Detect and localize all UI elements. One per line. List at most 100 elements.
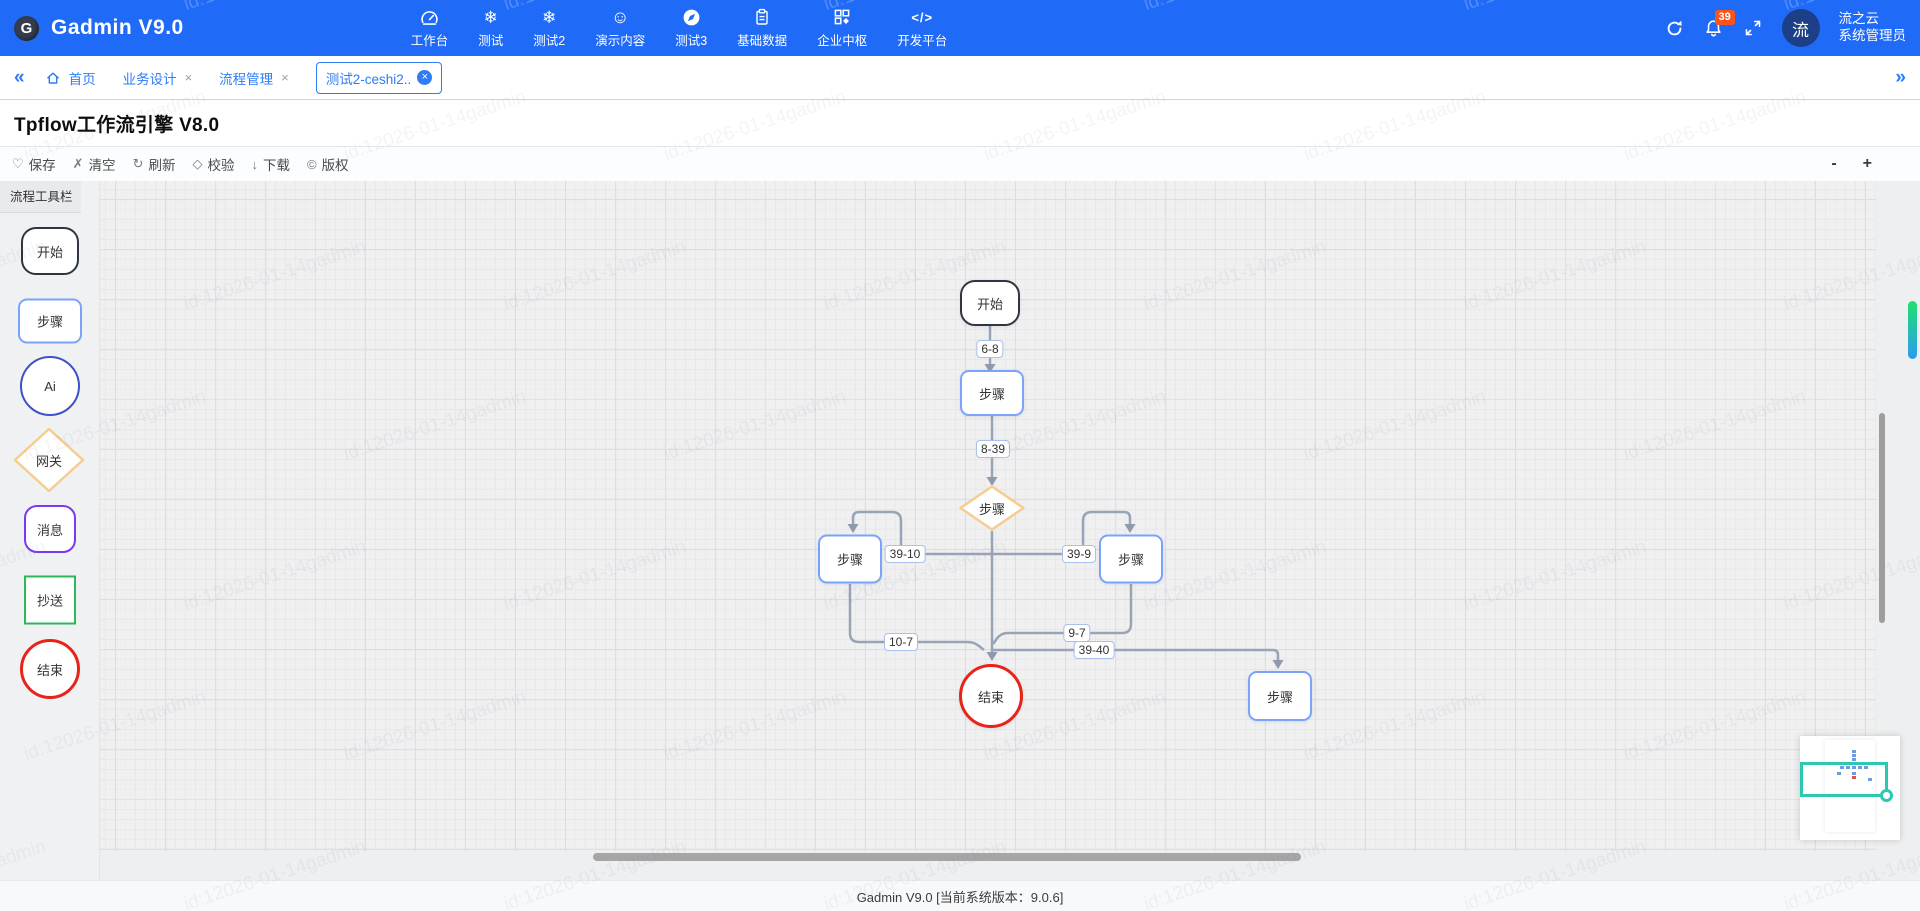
toolbar-items: ♡保存 ✗清空 ↻刷新 ◇校验 ↓ 下载 ©版权	[12, 154, 349, 174]
tab-label: 业务设计	[123, 68, 177, 88]
nav-item-label: 测试	[478, 30, 503, 49]
app-root: G Gadmin V9.0 工作台 ❄ 测试 ❄测试2☺演示内容测试3 基础数据企业中枢…	[0, 0, 1920, 911]
toolbar-save-button[interactable]: ♡保存	[12, 154, 56, 174]
code-icon: </>	[911, 7, 933, 27]
minimap-resize-handle[interactable]	[1880, 789, 1893, 802]
vertical-scrollbar[interactable]	[1879, 413, 1885, 623]
toolbar-item-label: 下载	[263, 154, 290, 174]
tab-3[interactable]: 流程管理×	[219, 68, 289, 88]
smiley-icon: ☺	[611, 7, 629, 27]
zoom-out-button[interactable]: -	[1831, 155, 1836, 173]
nav-item-label: 测试3	[675, 30, 707, 49]
nav-item-label: 工作台	[411, 30, 449, 49]
palette-shape-end[interactable]: 结束	[20, 639, 80, 699]
nav-item-8[interactable]: </>开发平台	[882, 0, 962, 56]
nav-item-4[interactable]: ☺演示内容	[580, 0, 660, 56]
flow-node-step-40[interactable]: 步骤	[1248, 671, 1312, 721]
flow-edge-arrowhead	[987, 652, 998, 661]
notifications-bell-icon[interactable]: 39	[1704, 18, 1724, 38]
zoom-in-button[interactable]: +	[1863, 155, 1872, 173]
flow-edge-arrowhead	[848, 524, 859, 533]
page-title: Tpflow工作流引擎 V8.0	[14, 110, 219, 137]
edge-label-39-40[interactable]: 39-40	[1074, 641, 1115, 659]
palette-shape-start[interactable]: 开始	[21, 227, 79, 275]
nav-item-6[interactable]: 基础数据	[722, 0, 802, 56]
app-title: Gadmin V9.0	[51, 16, 184, 40]
nav-item-3[interactable]: ❄测试2	[518, 0, 580, 56]
palette-shape-message[interactable]: 消息	[24, 505, 76, 553]
tab-close-icon[interactable]: ×	[281, 70, 289, 85]
footer-version-text: Gadmin V9.0 [当前系统版本：9.0.6]	[857, 887, 1064, 906]
page-title-bar: Tpflow工作流引擎 V8.0	[0, 100, 1920, 147]
tabs-collapse-icon[interactable]: «	[14, 68, 25, 87]
toolbar-item-label: 版权	[322, 154, 349, 174]
minimap	[1800, 736, 1900, 840]
toolbar-item-icon: ↓	[251, 157, 258, 172]
nav-item-5[interactable]: 测试3	[660, 0, 722, 56]
toolbar-clear-button[interactable]: ✗清空	[73, 154, 116, 174]
toolbar-refresh-button[interactable]: ↻刷新	[133, 154, 176, 174]
snowflake-icon: ❄	[484, 7, 498, 27]
flow-edge-arrowhead	[1125, 524, 1136, 533]
palette-shape-ai[interactable]: Ai	[20, 356, 80, 416]
flow-toolbar: ♡保存 ✗清空 ↻刷新 ◇校验 ↓ 下载 ©版权 - +	[0, 147, 1920, 181]
nav-item-7[interactable]: 企业中枢	[802, 0, 882, 56]
edge-label-10-7[interactable]: 10-7	[884, 633, 918, 651]
toolbar-validate-button[interactable]: ◇校验	[192, 154, 234, 174]
flow-node-step-8[interactable]: 步骤	[960, 370, 1024, 416]
minimap-node-dot	[1852, 750, 1856, 753]
flow-node-step-10[interactable]: 步骤	[818, 535, 882, 584]
app-logo[interactable]: G	[14, 16, 39, 41]
edge-label-9-7[interactable]: 9-7	[1063, 624, 1090, 642]
nav-item-2[interactable]: ❄ 测试	[463, 0, 518, 56]
blocks-icon	[833, 7, 851, 27]
page-scrollbar-thumb[interactable]	[1908, 301, 1917, 359]
logo-letter: G	[21, 20, 33, 37]
toolbar-copyright-button[interactable]: ©版权	[307, 154, 349, 174]
edge-label-8-39[interactable]: 8-39	[976, 440, 1010, 458]
flow-node-gateway-39[interactable]: 步骤	[959, 485, 1025, 531]
minimap-viewport[interactable]	[1800, 762, 1888, 797]
tabs-expand-icon[interactable]: »	[1895, 68, 1906, 87]
tab-close-icon[interactable]: ×	[417, 70, 432, 85]
toolbar-item-label: 清空	[89, 154, 116, 174]
flow-node-end-7[interactable]: 结束	[959, 664, 1023, 728]
flow-canvas[interactable]: 开始步骤步骤步骤步骤结束步骤6-88-3939-1039-910-79-739-…	[100, 181, 1876, 851]
flow-node-step-9[interactable]: 步骤	[1099, 535, 1163, 584]
app-footer: Gadmin V9.0 [当前系统版本：9.0.6]	[0, 880, 1920, 911]
flow-node-start-6[interactable]: 开始	[960, 280, 1020, 326]
shape-palette: 流程工具栏 开始步骤 Ai 网关消息抄送结束	[0, 181, 100, 880]
tab-label: 测试2-ceshi2..	[326, 68, 412, 88]
flow-edge-8	[992, 650, 1278, 660]
minimap-node-dot	[1852, 758, 1856, 761]
tab-1[interactable]: 首页	[45, 68, 96, 88]
tab-2[interactable]: 业务设计 ×	[123, 68, 193, 88]
tab-close-icon[interactable]: ×	[185, 70, 193, 85]
tab-4-active[interactable]: 测试2-ceshi2.. ×	[316, 62, 443, 94]
toolbar-item-icon: ♡	[12, 156, 24, 172]
palette-title: 流程工具栏	[0, 181, 81, 213]
header-actions: 39 流 流之云 系统管理员	[1665, 9, 1907, 47]
nav-item-1[interactable]: 工作台	[396, 0, 464, 56]
edge-label-39-10[interactable]: 39-10	[885, 545, 926, 563]
clipboard-icon	[753, 7, 771, 27]
flow-designer: 流程工具栏 开始步骤Ai网关消息抄送结束 开始步骤步骤步骤步骤结束步骤6-88-…	[0, 181, 1920, 880]
edge-label-39-9[interactable]: 39-9	[1062, 545, 1096, 563]
palette-shape-copy[interactable]: 抄送	[24, 576, 76, 625]
notification-badge: 39	[1715, 10, 1735, 25]
user-role: 系统管理员	[1839, 28, 1907, 45]
home-icon	[45, 70, 61, 86]
user-avatar[interactable]: 流	[1782, 9, 1820, 47]
edge-label-6-8[interactable]: 6-8	[976, 340, 1003, 358]
palette-shape-gateway[interactable]: 网关	[13, 427, 85, 493]
refresh-icon[interactable]	[1665, 18, 1685, 38]
fullscreen-icon[interactable]	[1743, 18, 1763, 38]
palette-shape-step[interactable]: 步骤	[18, 299, 82, 344]
app-header: G Gadmin V9.0 工作台 ❄ 测试 ❄测试2☺演示内容测试3 基础数据企业中枢…	[0, 0, 1920, 56]
horizontal-scrollbar[interactable]	[593, 853, 1301, 861]
toolbar-item-label: 刷新	[148, 154, 175, 174]
compass-icon	[682, 7, 701, 27]
nav-item-label: 测试2	[533, 30, 565, 49]
user-org: 流之云	[1839, 11, 1907, 28]
toolbar-download-button[interactable]: ↓ 下载	[251, 154, 290, 174]
